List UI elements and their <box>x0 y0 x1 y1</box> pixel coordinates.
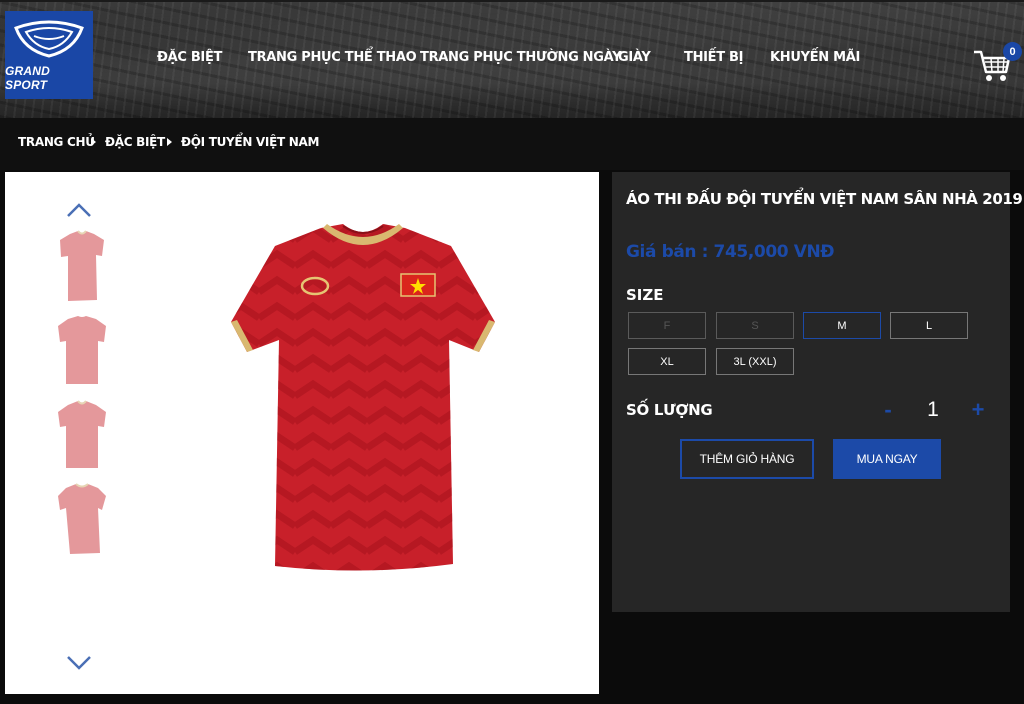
quantity-label: SỐ LƯỢNG <box>626 401 713 419</box>
product-price: Giá bán : 745,000 VNĐ <box>626 242 835 262</box>
buy-now-button[interactable]: MUA NGAY <box>833 439 941 479</box>
quantity-increase-button[interactable]: + <box>968 397 988 423</box>
breadcrumb-current: ĐỘI TUYỂN VIỆT NAM <box>181 135 320 149</box>
nav-item-thiet-bi[interactable]: THIẾT BỊ <box>684 50 744 65</box>
product-main-image <box>231 224 495 571</box>
logo-text: GRAND SPORT <box>5 64 50 92</box>
breadcrumb: TRANG CHỦ ĐẶC BIỆT ĐỘI TUYỂN VIỆT NAM <box>0 118 1024 170</box>
cart-count-badge: 0 <box>1003 42 1022 61</box>
grand-sport-emblem-icon <box>14 20 84 58</box>
size-option-f[interactable]: F <box>628 312 706 339</box>
thumbnail-front[interactable] <box>52 228 112 306</box>
thumbnail-back[interactable] <box>52 312 112 390</box>
product-gallery <box>5 172 599 694</box>
nav-item-khuyen-mai[interactable]: KHUYẾN MÃI <box>770 50 860 65</box>
product-title: ÁO THI ĐẤU ĐỘI TUYỂN VIỆT NAM SÂN NHÀ 20… <box>626 190 1023 208</box>
size-option-m[interactable]: M <box>803 312 881 339</box>
breadcrumb-separator-icon <box>167 138 172 146</box>
quantity-value[interactable]: 1 <box>918 398 948 422</box>
add-to-cart-button[interactable]: THÊM GIỎ HÀNG <box>680 439 814 479</box>
size-option-l[interactable]: L <box>890 312 968 339</box>
size-option-3l[interactable]: 3L (XXL) <box>716 348 794 375</box>
size-label: SIZE <box>626 286 664 304</box>
nav-item-trang-phuc-thuong-ngay[interactable]: TRANG PHỤC THƯỜNG NGÀY <box>420 50 622 65</box>
nav-item-giay[interactable]: GIÀY <box>618 50 651 65</box>
size-option-xl[interactable]: XL <box>628 348 706 375</box>
size-option-s[interactable]: S <box>716 312 794 339</box>
product-info-panel: ÁO THI ĐẤU ĐỘI TUYỂN VIỆT NAM SÂN NHÀ 20… <box>612 172 1023 612</box>
thumbnail-side[interactable] <box>52 480 112 558</box>
nav-item-trang-phuc-the-thao[interactable]: TRANG PHỤC THỂ THAO <box>248 50 417 65</box>
nav-item-dac-biet[interactable]: ĐẶC BIỆT <box>157 50 222 65</box>
breadcrumb-dac-biet[interactable]: ĐẶC BIỆT <box>105 135 165 149</box>
breadcrumb-separator-icon <box>91 138 96 146</box>
site-header: GRAND SPORT ĐẶC BIỆT TRANG PHỤC THỂ THAO… <box>0 0 1024 118</box>
thumbnail-angle[interactable] <box>52 397 112 475</box>
quantity-decrease-button[interactable]: - <box>878 397 898 423</box>
chevron-down-icon[interactable] <box>65 654 93 672</box>
brand-logo[interactable]: GRAND SPORT <box>5 11 93 99</box>
chevron-up-icon[interactable] <box>65 201 93 219</box>
breadcrumb-home[interactable]: TRANG CHỦ <box>18 135 95 149</box>
